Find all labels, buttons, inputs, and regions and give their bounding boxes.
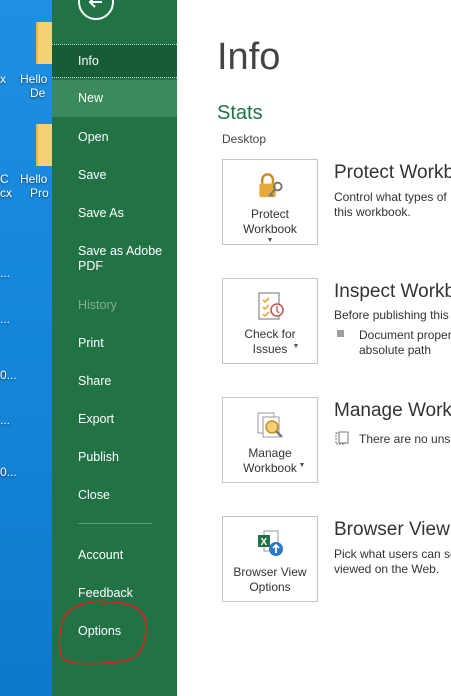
document-icon [335, 431, 349, 445]
svg-text:X: X [261, 537, 268, 548]
search-docs-icon [257, 412, 283, 438]
tile-label: Protect Workbook [243, 207, 297, 236]
card-description: Before publishing this [334, 308, 449, 322]
desktop-label[interactable]: x [0, 72, 6, 86]
file-location: Desktop [222, 132, 267, 146]
nav-save-as-pdf[interactable]: Save as Adobe PDF [52, 236, 177, 282]
info-pane: Info Stats Desktop Protect Workbook ▼ Pr… [177, 0, 451, 696]
nav-share[interactable]: Share [52, 364, 177, 398]
nav-info[interactable]: Info [52, 44, 177, 78]
card-title: Manage Workbook [334, 400, 451, 421]
nav-options[interactable]: Options [52, 614, 177, 648]
desktop-label[interactable]: 0... [0, 465, 17, 479]
card-title: Browser View O [334, 519, 451, 540]
dropdown-caret-icon: ▼ [266, 237, 274, 244]
dropdown-caret-icon: ▼ [292, 343, 300, 350]
desktop-label[interactable]: ... [0, 312, 10, 326]
nav-history: History [78, 297, 117, 312]
desktop-label[interactable]: 0... [0, 368, 17, 382]
nav-new[interactable]: New [52, 80, 177, 117]
bullet-text: Document proper absolute path [359, 328, 451, 357]
excel-globe-icon: X [258, 530, 283, 556]
nav-divider [78, 523, 152, 524]
back-arrow-icon [88, 0, 102, 8]
desktop-label[interactable]: ... [0, 266, 10, 280]
protect-workbook-button[interactable]: Protect Workbook ▼ [222, 159, 318, 245]
section-title: Stats [217, 102, 263, 124]
tile-label: Check for Issues [244, 327, 296, 356]
card-description: Control what types of this workbook. [334, 190, 447, 219]
check-for-issues-button[interactable]: Check for Issues ▼ [222, 278, 318, 364]
nav-close[interactable]: Close [52, 478, 177, 512]
browser-view-options-button[interactable]: X Browser View Options [222, 516, 318, 602]
nav-save[interactable]: Save [52, 158, 177, 192]
desktop-label[interactable]: Hello De [20, 72, 47, 100]
card-title: Inspect Workbook [334, 281, 451, 302]
page-title: Info [217, 36, 281, 78]
back-button[interactable] [78, 0, 114, 20]
checklist-icon [258, 292, 284, 320]
nav-publish[interactable]: Publish [52, 440, 177, 474]
nav-export[interactable]: Export [52, 402, 177, 436]
nav-account[interactable]: Account [52, 538, 177, 572]
nav-feedback[interactable]: Feedback [52, 576, 177, 610]
card-description: Pick what users can se viewed on the Web… [334, 547, 451, 576]
desktop-label[interactable]: C cx [0, 172, 12, 200]
desktop-background: x Hello De C cx Hello Pro ... ... 0... .… [0, 0, 52, 696]
backstage-nav: Info New Open Save Save As Save as Adobe… [52, 0, 177, 696]
folder-icon[interactable] [36, 22, 52, 64]
tile-label: Browser View Options [233, 565, 307, 594]
lock-key-icon [259, 173, 283, 198]
manage-workbook-button[interactable]: Manage Workbook ▼ [222, 397, 318, 483]
tile-label: Manage Workbook [243, 446, 297, 475]
desktop-label[interactable]: ... [0, 413, 10, 427]
desktop-label[interactable]: Hello Pro [20, 172, 49, 200]
card-title: Protect Workbook [334, 162, 451, 183]
bullet-icon [337, 330, 344, 337]
nav-open[interactable]: Open [52, 120, 177, 154]
folder-icon[interactable] [36, 124, 52, 166]
dropdown-caret-icon: ▼ [298, 462, 306, 469]
nav-print[interactable]: Print [52, 326, 177, 360]
nav-save-as[interactable]: Save As [52, 196, 177, 230]
card-note: There are no unsa [359, 432, 451, 446]
